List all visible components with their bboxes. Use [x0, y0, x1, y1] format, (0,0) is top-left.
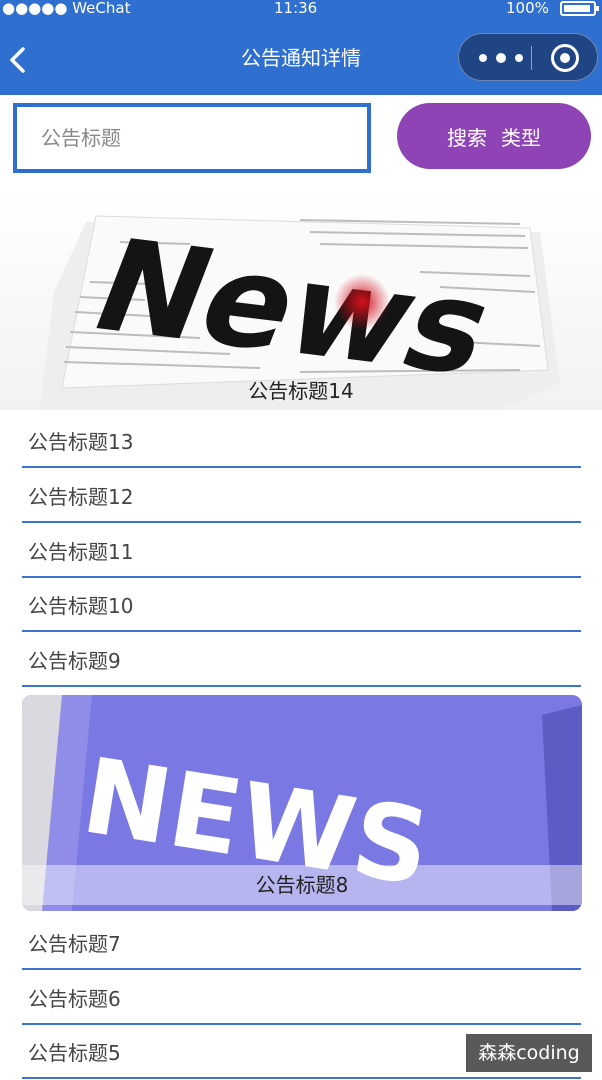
- type-button-label: 类型: [501, 125, 541, 150]
- featured-card[interactable]: News 公告标题14: [0, 192, 602, 410]
- search-button[interactable]: 搜索 类型: [397, 103, 591, 169]
- carrier-label: ●●●●● WeChat: [2, 0, 131, 17]
- list-item[interactable]: 公告标题11: [22, 524, 581, 578]
- watermark: 森森coding: [466, 1034, 592, 1072]
- list-item-title: 公告标题10: [28, 594, 134, 618]
- top-bar: ●●●●● WeChat 11:36 100% 公告通知详情: [0, 0, 602, 95]
- list-item-title: 公告标题9: [28, 649, 121, 673]
- search-input[interactable]: [17, 107, 367, 169]
- list-item-title: 公告标题12: [28, 485, 134, 509]
- more-icon[interactable]: [479, 53, 523, 63]
- featured-card-title: 公告标题8: [22, 865, 582, 905]
- list-item[interactable]: 公告标题7: [22, 916, 581, 970]
- close-target-icon[interactable]: [551, 44, 579, 72]
- list-item-title: 公告标题5: [28, 1041, 121, 1065]
- list-item-title: 公告标题6: [28, 987, 121, 1011]
- list-item[interactable]: 公告标题9: [22, 633, 581, 687]
- featured-card[interactable]: NEWS 公告标题8: [22, 695, 582, 911]
- search-field[interactable]: [13, 103, 371, 173]
- list-item-title: 公告标题11: [28, 540, 134, 564]
- status-bar: ●●●●● WeChat 11:36 100%: [0, 0, 602, 18]
- list-item[interactable]: 公告标题10: [22, 578, 581, 632]
- status-time: 11:36: [274, 0, 318, 17]
- list-item[interactable]: 公告标题6: [22, 971, 581, 1025]
- capsule-divider: [531, 46, 532, 70]
- featured-card-title: 公告标题14: [248, 379, 354, 403]
- mini-program-capsule: [458, 33, 598, 81]
- search-button-label: 搜索: [447, 125, 487, 150]
- list-item-title: 公告标题7: [28, 932, 121, 956]
- list-item[interactable]: 公告标题13: [22, 414, 581, 468]
- battery-percent: 100%: [506, 0, 549, 17]
- battery-icon: [560, 1, 599, 16]
- list-item-title: 公告标题13: [28, 430, 134, 454]
- list-item[interactable]: 公告标题12: [22, 469, 581, 523]
